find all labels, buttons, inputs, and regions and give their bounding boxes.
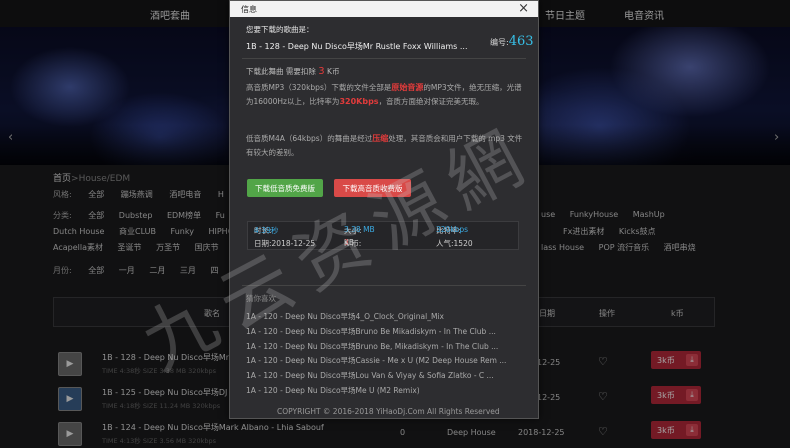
close-icon[interactable]: ×: [518, 1, 529, 17]
dialog-body: 您要下载的歌曲是： 1B - 128 - Deep Nu Disco早场Mr R…: [230, 17, 538, 418]
song-number: 编号:463: [490, 34, 534, 49]
hq-description: 高音质MP3（320kbps）下载的文件全部是原始音源的MP3文件，绝无压缩，光…: [246, 83, 522, 106]
recommend-item[interactable]: 1A - 120 - Deep Nu Disco早场Bruno Be Mikad…: [246, 326, 496, 337]
song-number-value: 463: [508, 34, 534, 49]
recommend-item[interactable]: 1A - 120 - Deep Nu Disco早场Lou Van & Viya…: [246, 370, 494, 381]
info-popularity: 人气:1520: [436, 239, 473, 248]
song-name: 1B - 128 - Deep Nu Disco早场Mr Rustle Foxx…: [246, 42, 468, 51]
song-label: 您要下载的歌曲是：: [246, 25, 314, 34]
lq-description: 低音质M4A（64kbps）的舞曲是经过压缩处理，其音质会和用户下载的 mp3 …: [246, 134, 523, 157]
recommend-item[interactable]: 1A - 120 - Deep Nu Disco早场Me U (M2 Remix…: [246, 385, 420, 396]
song-number-label: 编号:: [490, 38, 509, 47]
recommend-item[interactable]: 1A - 120 - Deep Nu Disco早场Cassie - Me x …: [246, 355, 506, 366]
recommend-item[interactable]: 1A - 120 - Deep Nu Disco早场4_O_Clock_Orig…: [246, 311, 444, 322]
recommend-title: 猜你喜欢: [246, 294, 276, 303]
song-info-box: 时长: 4:39秒 大小: 3.38 MB 比特率: 320kbps 日期:2018-…: [247, 221, 519, 250]
dialog-titlebar: 信息 ×: [230, 1, 538, 17]
download-free-button[interactable]: 下载低音质免费版: [247, 179, 323, 197]
cost-line: 下载此舞曲 需要扣除 3 K币: [246, 66, 340, 77]
copyright-text: COPYRIGHT © 2016-2018 YiHaoDj.Com All Ri…: [277, 407, 500, 416]
recommend-item[interactable]: 1A - 120 - Deep Nu Disco早场Bruno Be, Mika…: [246, 341, 498, 352]
info-date: 日期:2018-12-25: [254, 239, 316, 248]
dialog-title: 信息: [241, 5, 257, 14]
divider: [242, 285, 526, 286]
download-info-dialog: 信息 × 您要下载的歌曲是： 1B - 128 - Deep Nu Disco早…: [229, 0, 539, 419]
cost-value: 3: [318, 66, 325, 77]
download-paid-button[interactable]: 下载高音质收费版: [334, 179, 411, 197]
divider: [242, 58, 526, 59]
